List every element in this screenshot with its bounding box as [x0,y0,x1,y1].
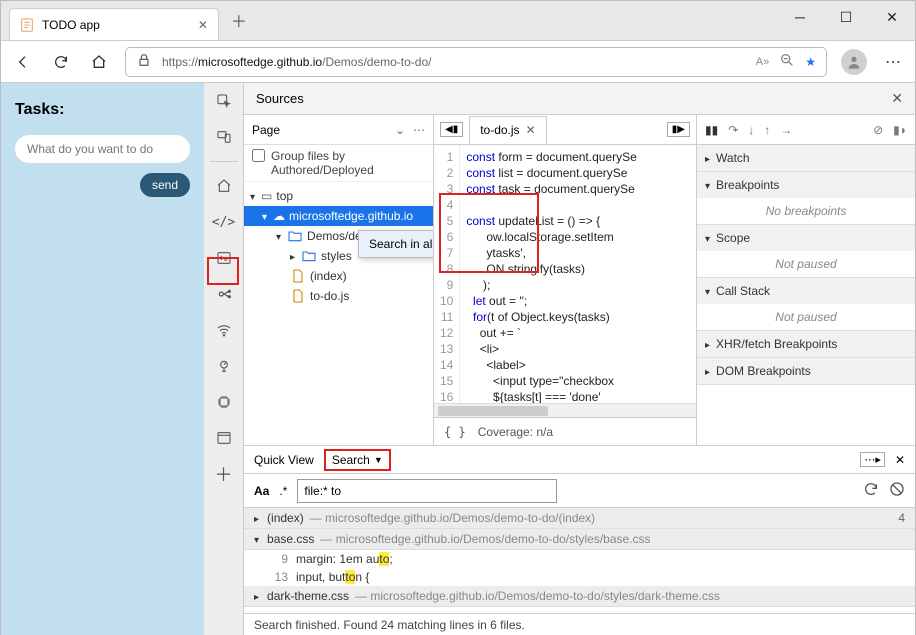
scope-section[interactable]: Scope [697,225,915,251]
browser-titlebar: TODO app ✕ ＋ ─ ☐ ✕ [1,1,915,41]
braces-icon[interactable]: { } [444,425,466,439]
application-icon[interactable] [212,426,236,450]
favorite-icon[interactable]: ★ [805,55,816,69]
new-tab-button[interactable]: ＋ [231,8,247,32]
deactivate-bp-icon[interactable]: ⊘ [873,123,883,137]
group-files-checkbox[interactable] [252,149,265,162]
drawer-close-icon[interactable]: ✕ [895,453,905,467]
result-line[interactable]: 13input, button { [244,568,915,586]
clear-search-icon[interactable] [889,481,905,500]
search-tab[interactable]: Search▼ [324,449,391,471]
add-tool-button[interactable]: ＋ [212,462,236,486]
debugger-pane: ▮▮ ↷ ↓ ↑ → ⊘ ▮◗ Watch BreakpointsNo brea… [697,115,915,445]
nav-tab-page[interactable]: Page [252,123,280,137]
page-heading: Tasks: [15,101,190,119]
drawer-more-icon[interactable]: ⋯▸ [860,452,885,467]
send-button[interactable]: send [140,173,190,197]
task-input[interactable] [15,135,190,163]
panel-close-icon[interactable]: ✕ [891,90,903,107]
inspect-icon[interactable] [212,89,236,113]
back-button[interactable] [11,50,35,74]
navigator-pane: Page ⌄ ⋯ Group files by Authored/Deploye… [244,115,434,445]
xhr-section[interactable]: XHR/fetch Breakpoints [697,331,915,357]
panel-title: Sources [256,91,304,106]
context-menu: Search in all files [358,230,434,258]
search-input[interactable] [297,479,557,503]
step-icon[interactable]: → [780,123,792,137]
panel-header: Sources ✕ [244,83,915,115]
memory-icon[interactable] [212,390,236,414]
lock-icon [136,52,152,71]
search-status: Search finished. Found 24 matching lines… [244,613,915,635]
devtools-tool-strip: </> ＋ [204,83,244,635]
profile-button[interactable] [841,49,867,75]
result-file[interactable]: base.css — microsoftedge.github.io/Demos… [244,529,915,550]
address-bar[interactable]: https://microsoftedge.github.io/Demos/de… [125,47,827,77]
page-content: Tasks: send [1,83,204,635]
menu-search-all-files[interactable]: Search in all files [359,231,434,257]
regex-toggle[interactable]: .* [279,484,287,498]
match-case-toggle[interactable]: Aa [254,484,269,498]
tab-close-icon[interactable]: ✕ [526,123,536,137]
reader-icon[interactable]: A» [756,56,769,68]
tree-origin[interactable]: ☁microsoftedge.github.io [244,206,433,226]
nav-more-icon[interactable]: ⋯ [413,123,425,137]
step-over-icon[interactable]: ↷ [728,123,738,137]
menu-button[interactable]: ⋯ [881,50,905,74]
editor-tab[interactable]: to-do.js✕ [469,116,546,144]
group-files-label: Group files by Authored/Deployed [271,149,425,177]
favicon-icon [20,18,34,32]
window-minimize-button[interactable]: ─ [777,1,823,33]
editor-pane: ◀▮ to-do.js✕ ▮▶ 123456789101112131415161… [434,115,697,445]
performance-icon[interactable] [212,354,236,378]
zoom-icon[interactable] [779,52,795,71]
tab-title: TODO app [42,18,100,32]
coverage-label: Coverage: n/a [478,425,553,439]
file-tree: ▭top ☁microsoftedge.github.io Demos/de s… [244,182,433,310]
pause-exceptions-icon[interactable]: ▮◗ [893,123,907,137]
cloud-icon: ☁ [273,209,285,223]
url-text: https://microsoftedge.github.io/Demos/de… [162,55,432,69]
tree-file-index[interactable]: (index) [244,266,433,286]
quick-view-label: Quick View [254,453,314,467]
console-icon[interactable] [212,246,236,270]
window-maximize-button[interactable]: ☐ [823,1,869,33]
dom-bp-section[interactable]: DOM Breakpoints [697,358,915,384]
pause-icon[interactable]: ▮▮ [705,123,718,137]
devtools: </> ＋ Sources ✕ Page ⌄ [204,83,915,635]
network-icon[interactable] [212,318,236,342]
home-button[interactable] [87,50,111,74]
chevron-down-icon[interactable]: ⌄ [395,123,405,137]
watch-section[interactable]: Watch [697,145,915,171]
search-results: (index) — microsoftedge.github.io/Demos/… [244,508,915,613]
result-line[interactable]: 9margin: 1em auto; [244,550,915,568]
browser-tab[interactable]: TODO app ✕ [9,8,219,40]
callstack-section[interactable]: Call Stack [697,278,915,304]
nav-toggle-icon[interactable]: ◀▮ [440,122,463,137]
window-close-button[interactable]: ✕ [869,1,915,33]
editor-scrollbar[interactable] [434,403,696,417]
home-panel-icon[interactable] [212,174,236,198]
tree-file-todo[interactable]: to-do.js [244,286,433,306]
divider [210,161,238,162]
debug-toggle-icon[interactable]: ▮▶ [667,122,690,137]
quick-view-panel: Quick View Search▼ ⋯▸ ✕ Aa .* (index) — … [244,445,915,635]
tab-close-icon[interactable]: ✕ [198,18,208,32]
browser-toolbar: https://microsoftedge.github.io/Demos/de… [1,41,915,83]
refresh-button[interactable] [49,50,73,74]
step-into-icon[interactable]: ↓ [748,123,754,137]
elements-icon[interactable]: </> [212,210,236,234]
code-editor[interactable]: 1234567891011121314151617 const form = d… [434,145,696,403]
refresh-search-icon[interactable] [863,481,879,500]
result-file[interactable]: (index) — microsoftedge.github.io/Demos/… [244,508,915,529]
device-icon[interactable] [212,125,236,149]
sources-icon[interactable] [212,282,236,306]
breakpoints-section[interactable]: Breakpoints [697,172,915,198]
tree-top[interactable]: ▭top [244,186,433,206]
result-file[interactable]: dark-theme.css — microsoftedge.github.io… [244,586,915,607]
step-out-icon[interactable]: ↑ [764,123,770,137]
